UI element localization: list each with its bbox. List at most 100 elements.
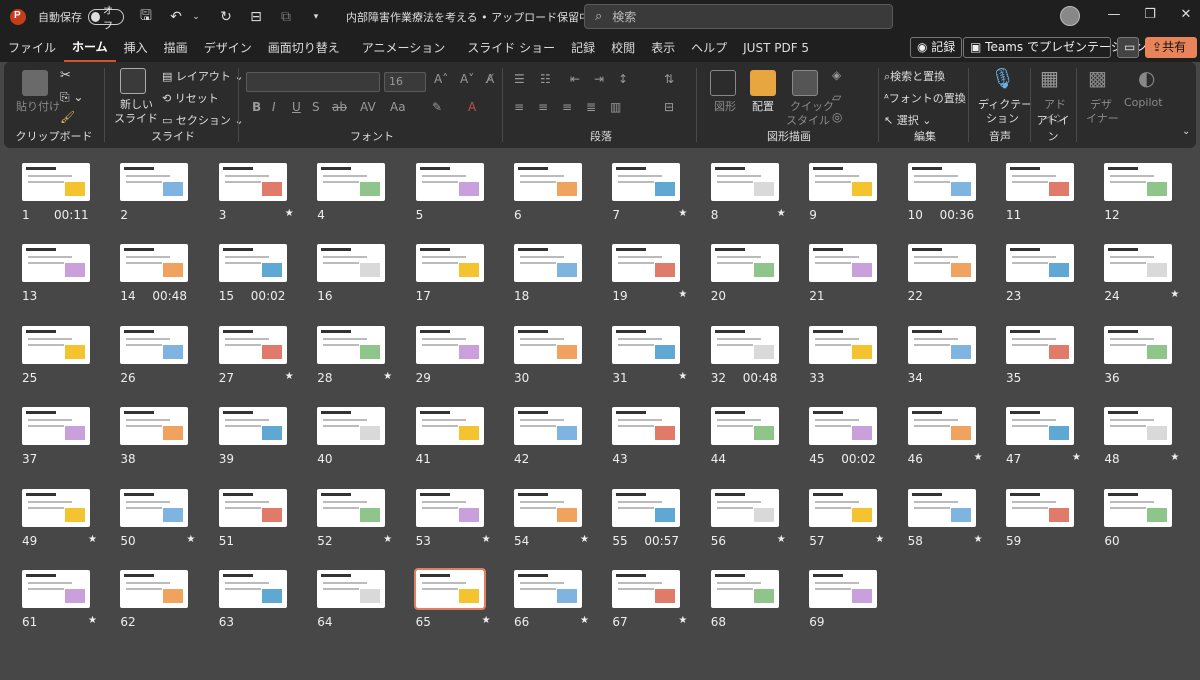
replace-font-button[interactable]: ᴬフォントの置換: [884, 90, 966, 106]
slide-thumbnail[interactable]: 48 ★: [1104, 407, 1179, 466]
animation-star-icon[interactable]: ★: [186, 534, 195, 545]
customize-qat-icon[interactable]: ▾: [308, 12, 324, 22]
slide-preview[interactable]: [413, 568, 486, 610]
align-right-icon[interactable]: ≡: [562, 100, 572, 114]
numbering-icon[interactable]: ☷: [540, 72, 551, 86]
slide-thumbnail[interactable]: 42: [514, 407, 584, 466]
slide-thumbnail[interactable]: 57 ★: [809, 488, 884, 548]
find-replace-button[interactable]: ⌕検索と置換: [884, 68, 945, 84]
slide-thumbnail[interactable]: 17: [415, 244, 486, 303]
select-button[interactable]: ↖ 選択 ⌄: [884, 112, 931, 128]
slide-preview[interactable]: [415, 244, 484, 283]
format-painter-icon[interactable]: 🖌: [60, 110, 75, 124]
slide-thumbnail[interactable]: 45 00:02: [809, 407, 879, 466]
slide-preview[interactable]: [317, 570, 386, 608]
animation-star-icon[interactable]: ★: [875, 534, 884, 545]
slide-thumbnail[interactable]: 15 00:02: [218, 244, 289, 303]
slide-preview[interactable]: [415, 325, 484, 364]
animation-star-icon[interactable]: ★: [383, 371, 392, 382]
minimize-icon[interactable]: —: [1104, 7, 1124, 22]
quick-styles-label-2[interactable]: スタイル: [786, 112, 830, 128]
record-button[interactable]: ◉ 記録: [910, 37, 963, 58]
slide-preview[interactable]: [710, 570, 779, 608]
slide-thumbnail[interactable]: 7 ★: [612, 163, 687, 222]
tab-file[interactable]: ファイル: [0, 34, 64, 62]
cut-icon[interactable]: ✂: [60, 68, 71, 83]
account-avatar[interactable]: [1060, 6, 1080, 26]
slide-preview[interactable]: [1006, 325, 1074, 364]
slide-preview[interactable]: [907, 488, 976, 527]
slide-preview[interactable]: [612, 488, 681, 527]
slide-preview[interactable]: [415, 407, 484, 446]
slide-preview[interactable]: [514, 325, 582, 364]
slide-thumbnail[interactable]: 43: [612, 407, 682, 466]
shape-effects-icon[interactable]: ◎: [832, 110, 842, 124]
change-case-icon[interactable]: Aa: [390, 100, 406, 114]
designer-label-2[interactable]: イナー: [1086, 110, 1119, 126]
slide-preview[interactable]: [710, 325, 779, 364]
slide-thumbnail[interactable]: 47 ★: [1006, 407, 1081, 466]
slide-thumbnail[interactable]: 14 00:48: [120, 244, 190, 303]
highlight-icon[interactable]: ✎: [432, 100, 442, 114]
tab-design[interactable]: デザイン: [196, 34, 260, 62]
slide-thumbnail[interactable]: 68: [710, 570, 781, 629]
animation-star-icon[interactable]: ★: [482, 534, 491, 545]
slide-thumbnail[interactable]: 26: [120, 325, 190, 385]
animation-star-icon[interactable]: ★: [777, 534, 786, 545]
shape-outline-icon[interactable]: ▱: [832, 90, 841, 104]
clear-format-icon[interactable]: A̸: [486, 72, 494, 86]
slide-preview[interactable]: [809, 407, 878, 446]
slide-preview[interactable]: [120, 244, 189, 283]
slide-thumbnail[interactable]: 3 ★: [218, 163, 294, 222]
addins-icon[interactable]: ▦: [1040, 66, 1059, 90]
slide-preview[interactable]: [317, 488, 386, 527]
slide-thumbnail[interactable]: 31 ★: [612, 325, 687, 385]
bullets-icon[interactable]: ☰: [514, 72, 525, 86]
slide-thumbnail[interactable]: 10 00:36: [907, 163, 978, 222]
share-button[interactable]: ⇪共有: [1145, 37, 1197, 58]
animation-star-icon[interactable]: ★: [1170, 452, 1179, 463]
bold-icon[interactable]: B: [252, 100, 261, 114]
char-spacing-icon[interactable]: AV: [360, 100, 376, 114]
tab-transitions[interactable]: 画面切り替え: [260, 34, 348, 62]
animation-star-icon[interactable]: ★: [285, 208, 294, 219]
slide-preview[interactable]: [218, 488, 287, 527]
slide-thumbnail[interactable]: 20: [710, 244, 781, 303]
slide-preview[interactable]: [415, 163, 484, 201]
slide-preview[interactable]: [317, 244, 386, 283]
underline-icon[interactable]: U: [292, 100, 301, 114]
decrease-indent-icon[interactable]: ⇤: [570, 72, 580, 86]
slide-thumbnail[interactable]: 24 ★: [1104, 244, 1179, 303]
slide-preview[interactable]: [710, 407, 779, 446]
animation-star-icon[interactable]: ★: [974, 534, 983, 545]
slide-thumbnail[interactable]: 62: [120, 570, 190, 629]
slide-preview[interactable]: [612, 407, 681, 446]
slide-thumbnail[interactable]: 55 00:57: [612, 488, 682, 548]
slide-thumbnail[interactable]: 51: [218, 488, 289, 548]
animation-star-icon[interactable]: ★: [383, 534, 392, 545]
slide-thumbnail[interactable]: 65 ★: [413, 568, 491, 629]
slide-thumbnail[interactable]: 67 ★: [612, 570, 687, 629]
slide-preview[interactable]: [317, 163, 386, 201]
section-button[interactable]: ▭ セクション ⌄: [162, 112, 244, 128]
slide-thumbnail[interactable]: 16: [317, 244, 387, 303]
slide-preview[interactable]: [907, 163, 976, 201]
slide-thumbnail[interactable]: 8 ★: [710, 163, 786, 222]
slide-preview[interactable]: [1006, 244, 1074, 283]
align-center-icon[interactable]: ≡: [538, 100, 548, 114]
tab-view[interactable]: 表示: [643, 34, 683, 62]
slide-thumbnail[interactable]: 50 ★: [120, 488, 195, 548]
slide-preview[interactable]: [415, 488, 484, 527]
font-color-icon[interactable]: A: [468, 100, 476, 114]
slide-thumbnail[interactable]: 12: [1104, 163, 1174, 222]
slide-thumbnail[interactable]: 66 ★: [514, 570, 589, 629]
font-size-field[interactable]: 16: [384, 72, 426, 92]
slide-preview[interactable]: [1104, 407, 1173, 446]
slide-preview[interactable]: [809, 570, 878, 608]
slide-thumbnail[interactable]: 5: [415, 163, 486, 222]
slide-preview[interactable]: [514, 570, 582, 608]
animation-star-icon[interactable]: ★: [974, 452, 983, 463]
animation-star-icon[interactable]: ★: [678, 289, 687, 300]
tab-animations[interactable]: アニメーション: [348, 34, 454, 62]
slide-preview[interactable]: [218, 570, 287, 608]
